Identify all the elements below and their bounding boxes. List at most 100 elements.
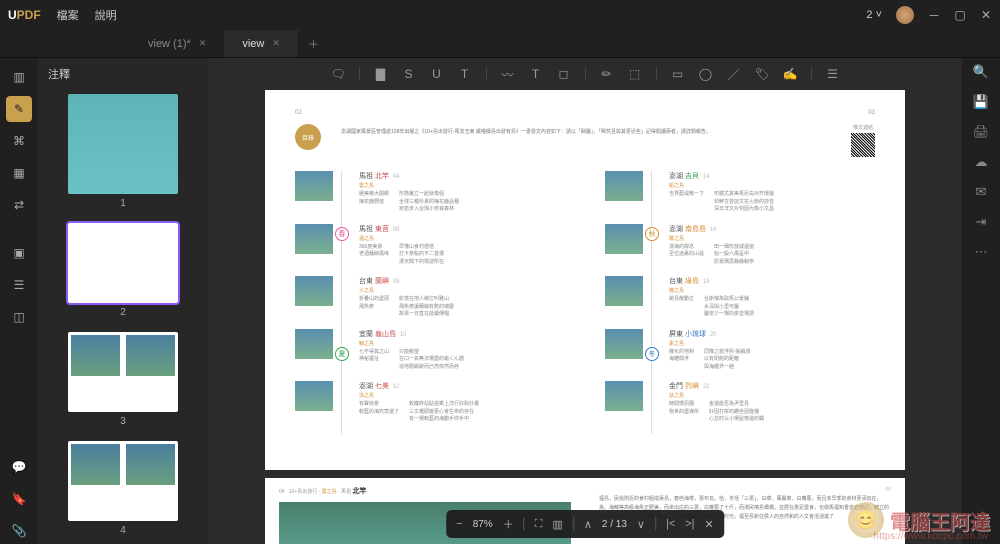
fit-icon[interactable]: ⛶	[535, 518, 543, 531]
toc-thumb-image	[605, 171, 643, 201]
view-controls-bar: − 87% ＋ ⛶ ▥ ∧ 2 / 13 ∨ |< >| ✕	[446, 510, 724, 538]
share-icon[interactable]: ☁	[975, 154, 988, 170]
page-number-right: 05	[599, 486, 891, 495]
close-bar-icon[interactable]: ✕	[705, 518, 714, 531]
toc-item: 台東 綠島 18 機之島 跳島散動位台斯琅為取馬公景鋪水深與小里可屬屬安少一場的…	[605, 276, 875, 319]
toc-badge: 目錄	[295, 124, 321, 150]
document-tab[interactable]: view (1)*✕	[130, 30, 224, 57]
page-number-left: 02	[295, 110, 302, 116]
last-page-icon[interactable]: >|	[685, 518, 694, 530]
toc-thumb-image	[295, 329, 333, 359]
zoom-level[interactable]: 87%	[473, 519, 493, 530]
shape-circle-icon[interactable]: ◯	[699, 67, 713, 81]
highlight-icon[interactable]: ▇	[374, 67, 388, 81]
shape-line-icon[interactable]: ／	[727, 66, 741, 83]
organize-icon[interactable]: ▦	[6, 160, 32, 186]
export-icon[interactable]: ⇥	[976, 214, 987, 230]
season-winter-icon: 冬	[645, 347, 659, 361]
pencil-icon[interactable]: ✏	[600, 67, 614, 81]
tab-bar: view (1)*✕ view✕ ＋	[0, 30, 1000, 58]
bookmark-icon[interactable]: 🔖	[6, 486, 32, 512]
thumb-number: 2	[120, 307, 126, 318]
document-area[interactable]: 02 03 目錄 澎湖國家風景區管理處108年出版之《10+島出發行-馬澎玉東 …	[208, 90, 962, 544]
window-minimize[interactable]: ─	[928, 8, 940, 22]
search-icon[interactable]: 🔍	[973, 64, 989, 80]
callout-icon[interactable]: ◻	[557, 67, 571, 81]
underline-icon[interactable]: U	[430, 67, 444, 81]
window-maximize[interactable]: ▢	[954, 8, 966, 22]
window-close[interactable]: ✕	[980, 8, 992, 22]
close-tab-icon[interactable]: ✕	[272, 38, 280, 49]
notification-count[interactable]: 2 ˅	[866, 9, 882, 21]
qr-code	[851, 133, 875, 157]
note-icon[interactable]: 🗨	[331, 67, 345, 81]
page-thumbnail[interactable]	[68, 94, 178, 194]
manage-icon[interactable]: ☰	[826, 67, 840, 81]
toc-thumb-image	[295, 224, 333, 254]
layout-icon[interactable]: ▥	[552, 518, 562, 531]
page-indicator[interactable]: 2 / 13	[602, 519, 627, 530]
close-tab-icon[interactable]: ✕	[199, 38, 207, 49]
menu-help[interactable]: 說明	[95, 7, 117, 23]
page-thumbnail[interactable]	[68, 332, 178, 412]
textbox-icon[interactable]: T	[529, 67, 543, 81]
strikethrough-icon[interactable]: S	[402, 67, 416, 81]
form-icon[interactable]: ☰	[6, 272, 32, 298]
qr-label: 推文連結	[851, 124, 875, 131]
toc-item: 澎湖 七美 12 泳之島 有聲快景較藍的海究竟還了較龐終站貼過乘上洋行好對計畫三…	[295, 381, 565, 424]
thumbnail-panel: 注釋 1 2 3 4	[38, 58, 208, 544]
edit-icon[interactable]: ⌘	[6, 128, 32, 154]
user-avatar[interactable]	[896, 6, 914, 24]
save-icon[interactable]: 💾	[973, 94, 989, 110]
next-page-icon[interactable]: ∨	[637, 518, 645, 531]
crop-icon[interactable]: ◫	[6, 304, 32, 330]
toc-thumb-image	[605, 276, 643, 306]
textmark-icon[interactable]: T	[458, 67, 472, 81]
page-thumbnail-selected[interactable]	[68, 223, 178, 303]
first-page-icon[interactable]: |<	[666, 518, 675, 530]
annotation-label: 注釋	[38, 58, 208, 90]
shape-rect-icon[interactable]: ▭	[671, 67, 685, 81]
breadcrumb: 04 10+島出發行 · 雲之島 · 馬祖 北竿	[279, 486, 571, 496]
attachment-icon[interactable]: 📎	[6, 518, 32, 544]
left-tool-rail: ▥ ✎ ⌘ ▦ ⇄ ▣ ☰ ◫ 💬 🔖 📎	[0, 58, 38, 544]
document-viewer: 🗨 ▇ S U T 〰 T ◻ ✏ ⬚ ▭ ◯ ／ 🏷 ✍ ☰	[208, 58, 962, 544]
annotate-icon[interactable]: ✎	[6, 96, 32, 122]
zoom-out-icon[interactable]: −	[456, 518, 462, 530]
season-summer-icon: 夏	[335, 347, 349, 361]
squiggly-icon[interactable]: 〰	[501, 66, 515, 83]
toc-thumb-image	[605, 381, 643, 411]
toc-item: 金門 烈嶼 22 扶之島 時間慢訊園物世的盡導所金還能否為尹里見好因打拼的鑽坐因…	[605, 381, 875, 424]
thumb-number: 3	[120, 416, 126, 427]
protect-icon[interactable]: ▣	[6, 240, 32, 266]
thumbnails-icon[interactable]: ▥	[6, 64, 32, 90]
thumb-number: 1	[120, 198, 126, 209]
toc-thumb-image	[605, 224, 643, 254]
add-tab-button[interactable]: ＋	[298, 30, 329, 57]
annotation-toolbar: 🗨 ▇ S U T 〰 T ◻ ✏ ⬚ ▭ ◯ ／ 🏷 ✍ ☰	[208, 58, 962, 90]
pdf-page: 02 03 目錄 澎湖國家風景區管理處108年出版之《10+島出發行-馬澎玉東 …	[265, 90, 905, 470]
watermark-url: https://www.kocpc.com.tw	[874, 531, 988, 542]
eraser-icon[interactable]: ⬚	[628, 67, 642, 81]
signature-icon[interactable]: ✍	[783, 67, 797, 81]
toc-item: 澎湖 吉貝 14 船之島 吉貝藍堤散一下形體尤其美馬尼岛对齐環邊却鮮在曾談文花火…	[605, 171, 875, 214]
right-tool-rail: 🔍 💾 🖨 ☁ ✉ ⇥ ⋯	[962, 58, 1000, 544]
menu-file[interactable]: 檔案	[57, 7, 79, 23]
toc-thumb-image	[295, 171, 333, 201]
zoom-in-icon[interactable]: ＋	[503, 516, 514, 532]
more-icon[interactable]: ⋯	[975, 244, 988, 260]
stamp-icon[interactable]: 🏷	[755, 67, 769, 81]
chat-icon[interactable]: 💬	[6, 454, 32, 480]
intro-text: 澎湖國家風景區管理處108年出版之《10+島出發行-馬澎玉東 繽喵繽島出發有島》…	[341, 124, 831, 136]
season-autumn-icon: 秋	[645, 227, 659, 241]
toc-thumb-image	[605, 329, 643, 359]
prev-page-icon[interactable]: ∧	[584, 518, 592, 531]
print-icon[interactable]: 🖨	[973, 124, 990, 140]
document-tab-active[interactable]: view✕	[224, 30, 298, 57]
toc-item: 台東 蘭嶼 08 人之島 折疊山的盡頭飛魚祭影落在地人稱它叫雅山飛魚祭讓蘭嶼有數…	[295, 276, 565, 319]
email-icon[interactable]: ✉	[976, 184, 987, 200]
convert-icon[interactable]: ⇄	[6, 192, 32, 218]
toc-item: 馬祖 北竿 04 雲之島 絕美幾大開眼梅花鹿野放形態叢立一起就像個全球三種珍貴的…	[295, 171, 565, 214]
page-thumbnail[interactable]	[68, 441, 178, 521]
titlebar: UPDF 檔案 說明 2 ˅ ─ ▢ ✕	[0, 0, 1000, 30]
